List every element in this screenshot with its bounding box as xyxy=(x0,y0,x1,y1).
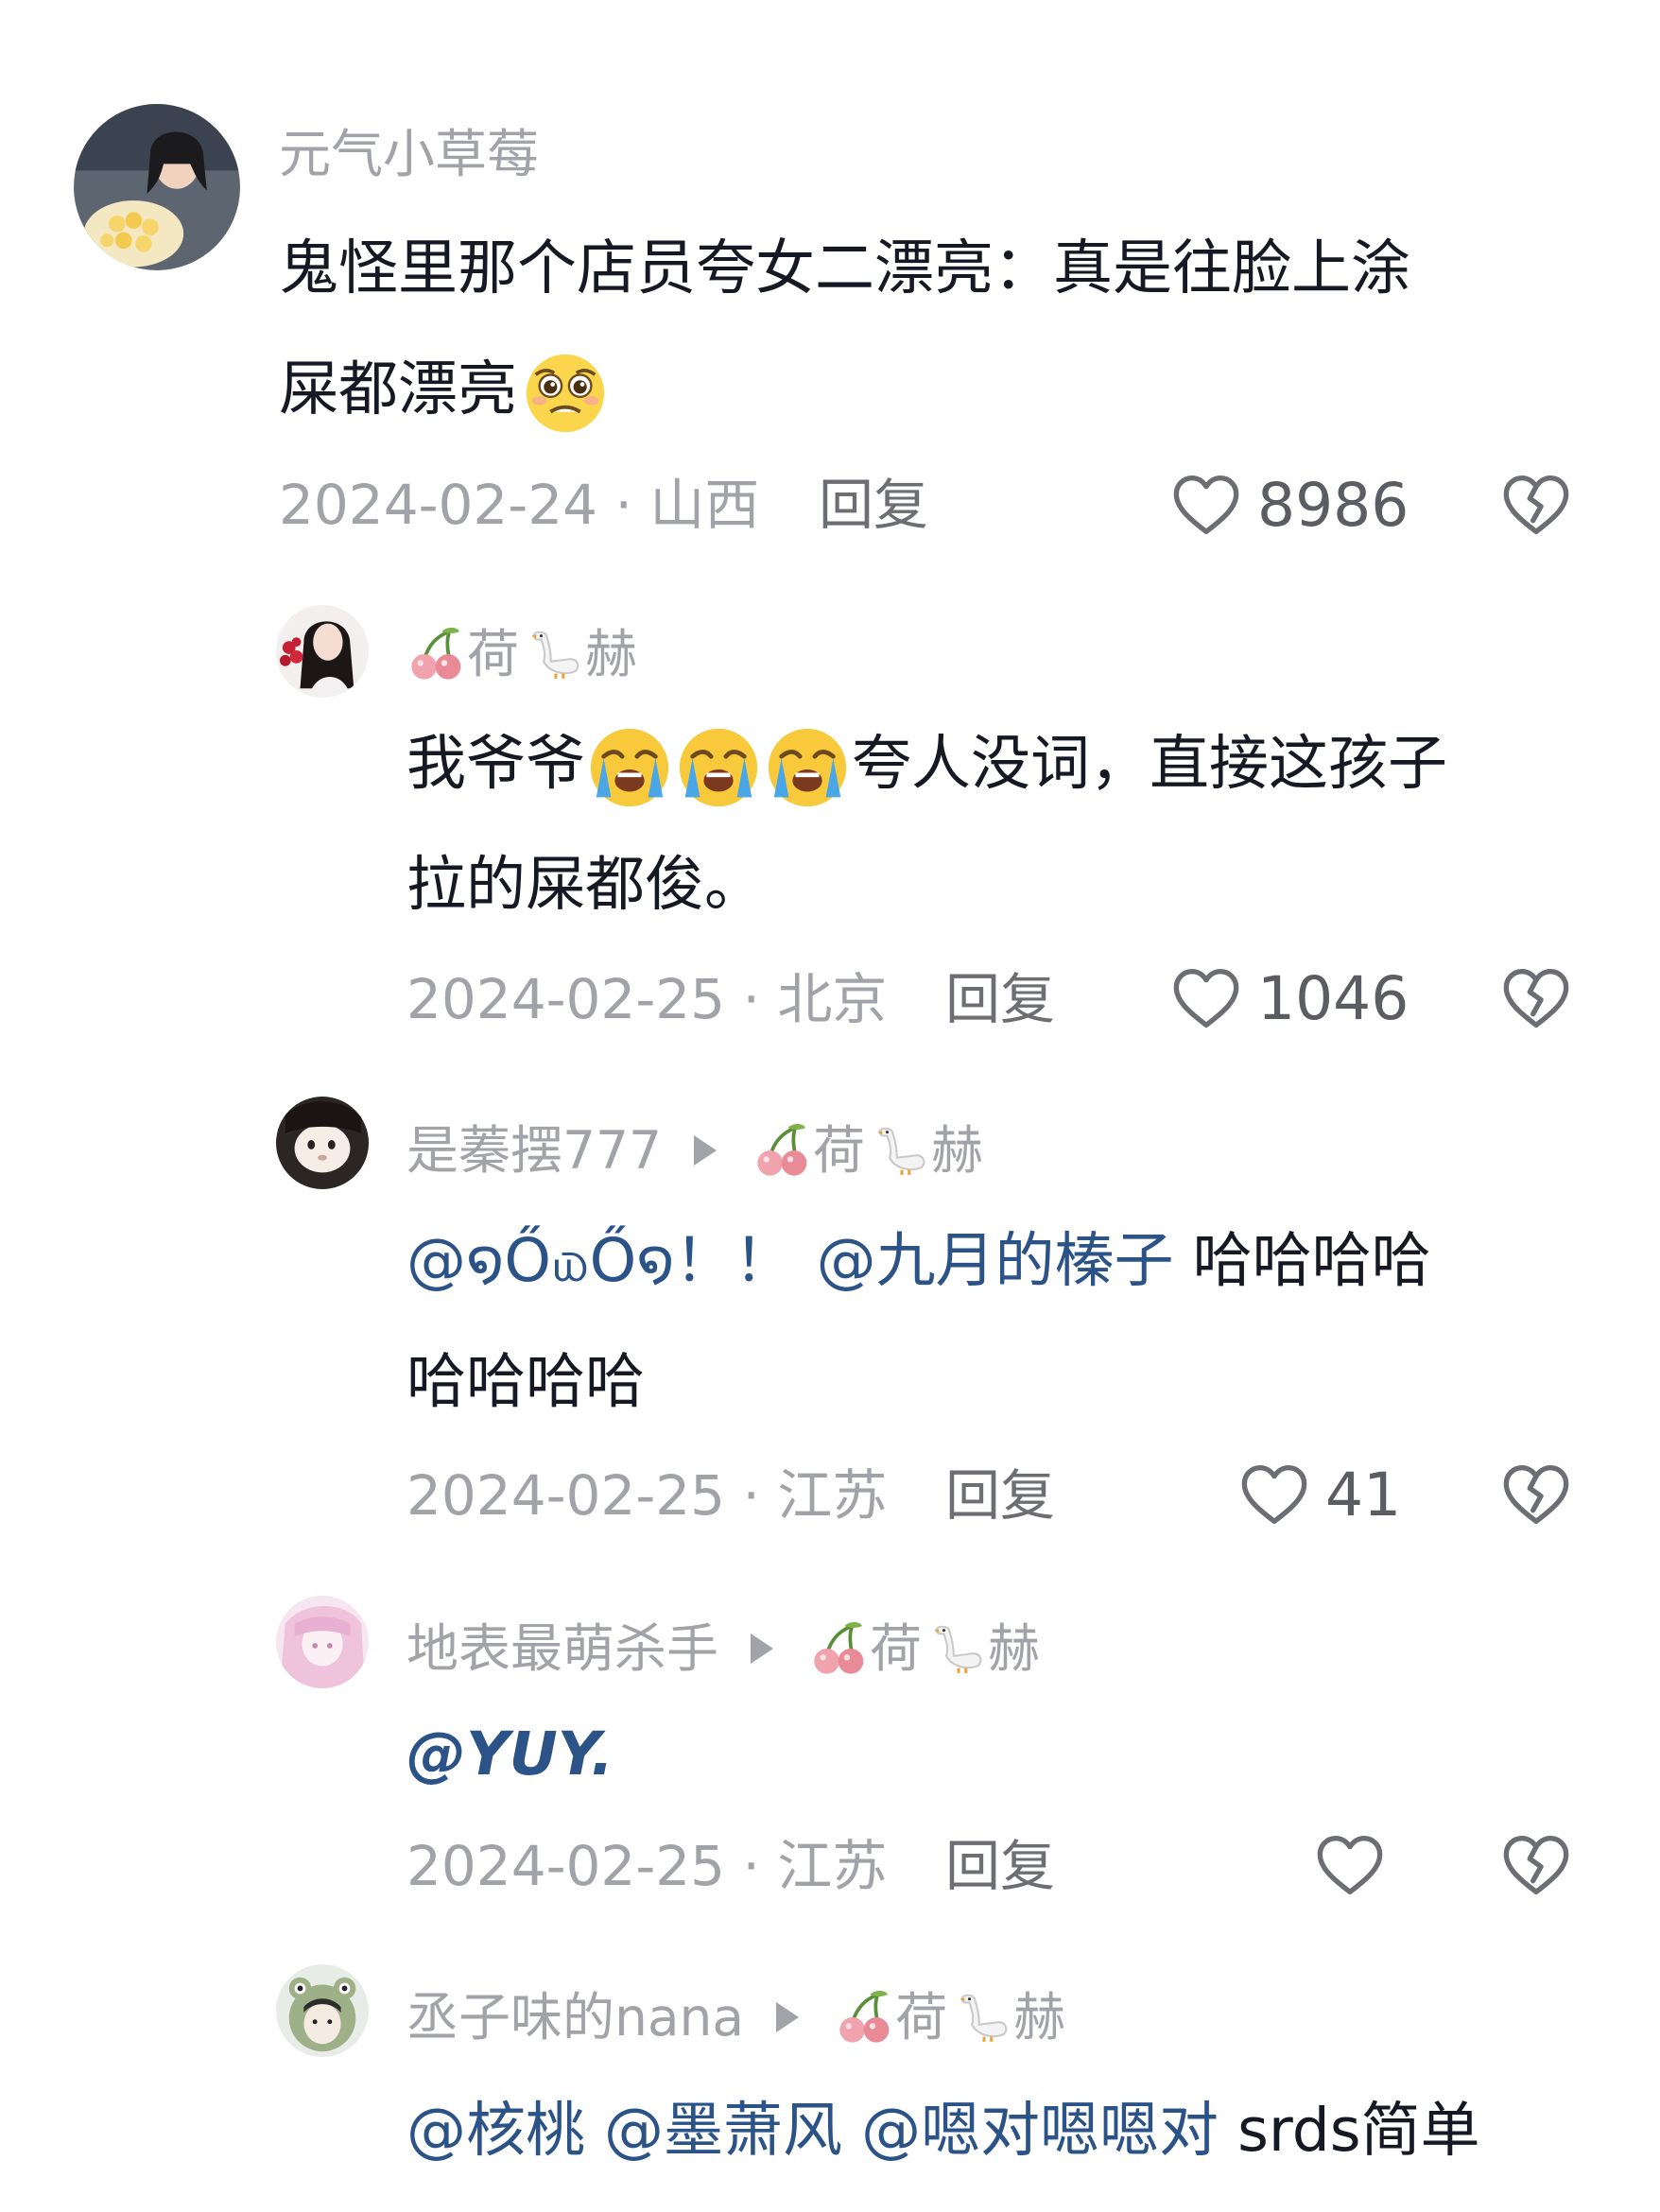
like-count: 41 xyxy=(1325,1460,1402,1529)
heart-outline-icon xyxy=(1236,1457,1312,1532)
loudly-crying-emoji xyxy=(674,723,763,812)
username[interactable]: 地表最萌杀手荷赫 xyxy=(406,1618,1040,1679)
pleading-emoji xyxy=(521,349,610,438)
like-button[interactable] xyxy=(1312,1827,1401,1903)
loudly-crying-emoji xyxy=(763,723,852,812)
cherry-emoji xyxy=(835,1987,895,2048)
comment-date-location: 2024-02-25 · 江苏 xyxy=(406,1463,888,1528)
reply-arrow-icon xyxy=(693,1135,717,1166)
avatar[interactable] xyxy=(276,1097,369,1189)
username[interactable]: 元气小草莓 xyxy=(279,129,539,181)
comment-text: @核桃 @墨萧风 @嗯对嗯嗯对 srds简单 xyxy=(406,2096,1480,2165)
comment-date-location: 2024-02-25 · 北京 xyxy=(406,967,888,1031)
goose-emoji xyxy=(929,1619,988,1678)
comment-text: 鬼怪里那个店员夸女二漂亮：真是往脸上涂 xyxy=(279,233,1410,302)
mention-link[interactable]: @墨萧风 xyxy=(604,2096,842,2165)
loudly-crying-emoji xyxy=(585,723,674,812)
comment-text: @YUY. xyxy=(406,1694,614,1815)
reply-button[interactable]: 回复 xyxy=(945,1468,1055,1523)
like-button[interactable]: 8986 xyxy=(1168,467,1409,543)
mention-link[interactable]: @YUY. xyxy=(406,1719,614,1789)
like-count: 1046 xyxy=(1257,963,1409,1033)
comment-date-location: 2024-02-25 · 江苏 xyxy=(406,1834,888,1898)
avatar[interactable] xyxy=(276,1596,369,1688)
reply-button[interactable]: 回复 xyxy=(819,477,928,532)
reply-arrow-icon xyxy=(776,2002,800,2032)
cherry-emoji xyxy=(406,624,467,684)
like-count: 8986 xyxy=(1257,470,1409,540)
reply-button[interactable]: 回复 xyxy=(945,972,1055,1027)
comment-text: 屎都漂亮 xyxy=(279,329,610,450)
heart-outline-icon xyxy=(1168,960,1244,1036)
comment-text: 哈哈哈哈 xyxy=(406,1347,645,1416)
reply-arrow-icon xyxy=(751,1633,774,1664)
reply-button[interactable]: 回复 xyxy=(945,1839,1055,1893)
cherry-emoji xyxy=(752,1120,813,1181)
goose-emoji xyxy=(873,1121,931,1180)
broken-heart-icon[interactable] xyxy=(1498,1827,1574,1903)
like-button[interactable]: 1046 xyxy=(1168,960,1409,1036)
broken-heart-icon[interactable] xyxy=(1498,960,1574,1036)
mention-link[interactable]: @九月的榛子 xyxy=(817,1226,1174,1295)
comment-text: 我爷爷 夸人没词，直接这孩子 xyxy=(406,703,1447,824)
heart-outline-icon xyxy=(1168,467,1244,543)
avatar[interactable] xyxy=(276,1964,369,2057)
username[interactable]: 是蓁摆777 荷赫 xyxy=(406,1120,983,1181)
mention-link[interactable]: @໑Ő௰Ő໑ xyxy=(406,1226,675,1295)
broken-heart-icon[interactable] xyxy=(1498,1457,1574,1532)
avatar[interactable] xyxy=(276,605,369,698)
comment-text: @໑Ő௰Ő໑！！ @九月的榛子 哈哈哈哈 xyxy=(406,1226,1431,1295)
mention-link[interactable]: @核桃 xyxy=(406,2096,585,2165)
comment-text: 拉的屎都俊。 xyxy=(406,850,764,919)
username[interactable]: 荷赫 xyxy=(406,624,637,684)
username[interactable]: 丞子味的nana 荷赫 xyxy=(406,1987,1065,2048)
goose-emoji xyxy=(955,1988,1013,2047)
broken-heart-icon[interactable] xyxy=(1498,467,1574,543)
goose-emoji xyxy=(527,625,585,683)
like-button[interactable]: 41 xyxy=(1236,1457,1401,1532)
heart-outline-icon xyxy=(1312,1827,1388,1903)
mention-link[interactable]: @嗯对嗯嗯对 xyxy=(861,2096,1219,2165)
avatar[interactable] xyxy=(74,104,240,270)
comment-date-location: 2024-02-24 · 山西 xyxy=(279,473,760,537)
cherry-emoji xyxy=(809,1618,870,1679)
